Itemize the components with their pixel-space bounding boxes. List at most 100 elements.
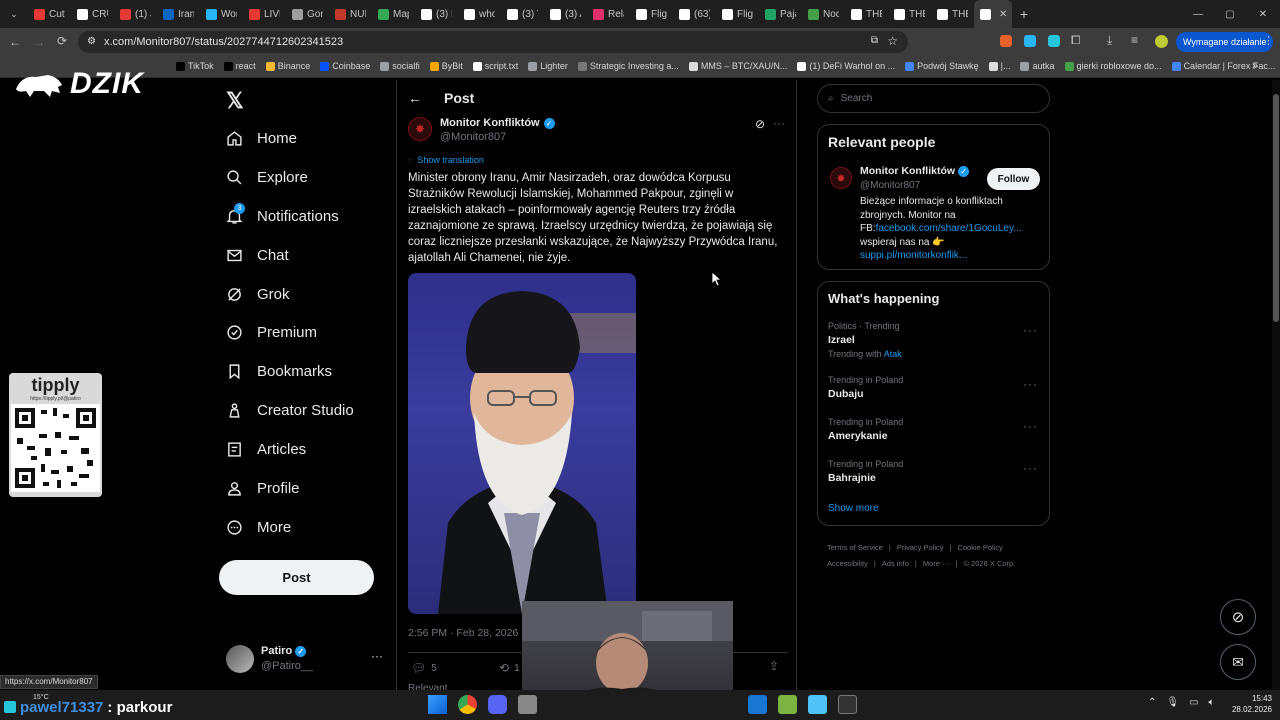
extension-icon[interactable] bbox=[1048, 35, 1060, 47]
search-box[interactable]: ⌕ Search bbox=[817, 84, 1050, 113]
chrome-icon[interactable] bbox=[458, 695, 477, 714]
nav-item-chat[interactable]: Chat bbox=[226, 241, 289, 269]
app-icon[interactable] bbox=[748, 695, 767, 714]
bookmark-item[interactable]: (1) DeFi Warhol on ... bbox=[797, 61, 895, 71]
bookmark-item[interactable]: Binance bbox=[265, 61, 310, 71]
browser-tab[interactable]: who bbox=[458, 0, 501, 28]
action-required-button[interactable]: Wymagane działanie bbox=[1176, 32, 1274, 52]
scrollbar[interactable] bbox=[1272, 80, 1280, 690]
new-tab-button[interactable]: + bbox=[1012, 6, 1036, 22]
nav-item-grok[interactable]: Grok bbox=[226, 280, 290, 308]
browser-tab[interactable]: THE bbox=[931, 0, 974, 28]
close-tab-icon[interactable]: ✕ bbox=[999, 9, 1006, 20]
footer-link[interactable]: Accessibility bbox=[827, 559, 868, 568]
chevron-right-icon[interactable]: » bbox=[1252, 60, 1258, 72]
footer-link[interactable]: Terms of Service bbox=[827, 543, 883, 552]
start-icon[interactable] bbox=[428, 695, 447, 714]
bio-link-2[interactable]: suppi.pl/monitorkonflik... bbox=[860, 250, 967, 261]
bookmark-item[interactable]: |... bbox=[988, 61, 1010, 71]
browser-tab[interactable]: (3) T bbox=[501, 0, 544, 28]
browser-tab[interactable]: Goni bbox=[286, 0, 329, 28]
app-icon[interactable] bbox=[518, 695, 537, 714]
browser-tab[interactable]: Rela bbox=[587, 0, 630, 28]
browser-tab[interactable]: Iran bbox=[157, 0, 200, 28]
post-button[interactable]: Post bbox=[219, 560, 374, 595]
trend-item[interactable]: Politics · Trending Izrael Trending with A… bbox=[828, 321, 1038, 359]
more-dots-icon[interactable]: ··· bbox=[371, 649, 383, 663]
browser-tab[interactable]: Cutti bbox=[28, 0, 71, 28]
browser-tab[interactable]: (3) A bbox=[544, 0, 587, 28]
star-icon[interactable]: ☆ bbox=[887, 34, 898, 48]
grok-icon[interactable]: ⊘ bbox=[755, 117, 765, 131]
bookmark-item[interactable]: socialfi bbox=[380, 61, 420, 71]
follow-button[interactable]: Follow bbox=[987, 168, 1040, 190]
site-info-icon[interactable]: ⚙ bbox=[87, 36, 96, 47]
address-bar[interactable]: ⚙ x.com/Monitor807/status/20277447126023… bbox=[78, 31, 908, 53]
bio-link[interactable]: facebook.com/share/1GocuLey... bbox=[876, 223, 1022, 234]
nav-item-explore[interactable]: Explore bbox=[226, 163, 308, 191]
more-dots-icon[interactable]: ··· bbox=[1023, 461, 1038, 475]
minimize-button[interactable]: — bbox=[1182, 9, 1214, 20]
reply-button[interactable]: 💬︎ 5 bbox=[411, 661, 437, 675]
browser-tab[interactable]: Worl bbox=[200, 0, 243, 28]
x-logo[interactable]: 𝕏 bbox=[226, 88, 244, 114]
show-translation-link[interactable]: ◌ Show translation bbox=[408, 155, 484, 165]
messages-floating-button[interactable]: ✉ bbox=[1220, 644, 1256, 680]
trend-item[interactable]: Trending in Poland Amerykanie ··· bbox=[828, 417, 1038, 442]
repost-button[interactable]: ⟲ 1 bbox=[499, 661, 520, 675]
browser-tab[interactable]: (63) bbox=[673, 0, 716, 28]
trend-extra-link[interactable]: Atak bbox=[884, 349, 902, 359]
nav-item-home[interactable]: Home bbox=[226, 124, 297, 152]
footer-link[interactable]: Ads info bbox=[882, 559, 909, 568]
clock[interactable]: 15:43 28.02.2026 bbox=[1222, 693, 1272, 715]
nav-item-notifications[interactable]: 3 Notifications bbox=[226, 202, 339, 230]
mic-icon[interactable]: 🎙︎ bbox=[1166, 697, 1179, 708]
footer-link[interactable]: Cookie Policy bbox=[957, 543, 1002, 552]
bookmark-item[interactable]: Calendar | Forex Fac... bbox=[1171, 61, 1275, 71]
maximize-button[interactable]: ▢ bbox=[1214, 9, 1246, 20]
person-name[interactable]: Monitor Konfliktów bbox=[860, 165, 955, 177]
bookmark-item[interactable]: TikTok bbox=[176, 61, 214, 71]
post-image[interactable] bbox=[408, 273, 636, 614]
browser-tab[interactable]: CRU bbox=[71, 0, 114, 28]
bookmark-item[interactable]: Strategic Investing a... bbox=[577, 61, 679, 71]
download-icon[interactable]: ⤓ bbox=[1107, 33, 1112, 48]
browser-tab[interactable]: (1) J bbox=[114, 0, 157, 28]
app-icon[interactable] bbox=[778, 695, 797, 714]
nav-item-creator-studio[interactable]: Creator Studio bbox=[226, 396, 354, 424]
extension-icon[interactable] bbox=[1024, 35, 1036, 47]
share-icon[interactable]: ⇪ bbox=[769, 659, 779, 673]
author-name[interactable]: Monitor Konfliktów bbox=[440, 117, 540, 129]
more-dots-icon[interactable]: ··· bbox=[1023, 323, 1038, 337]
footer-link[interactable]: © 2026 X Corp. bbox=[963, 559, 1015, 568]
nav-item-premium[interactable]: Premium bbox=[226, 318, 317, 346]
bookmark-item[interactable]: ByBit bbox=[429, 61, 463, 71]
trend-item[interactable]: Trending in Poland Dubaju ··· bbox=[828, 375, 1038, 400]
close-window-button[interactable]: ✕ bbox=[1246, 9, 1280, 20]
tab-search-button[interactable]: ⌄ bbox=[0, 0, 28, 28]
account-switcher[interactable]: Patiro ✓ @Patiro__ ··· bbox=[226, 643, 386, 675]
bookmark-item[interactable]: autka bbox=[1020, 61, 1055, 71]
kebab-menu-icon[interactable]: ⋮ bbox=[1263, 34, 1274, 47]
browser-tab[interactable]: THE bbox=[888, 0, 931, 28]
footer-link[interactable]: Privacy Policy bbox=[897, 543, 944, 552]
browser-tab[interactable]: (3) H bbox=[415, 0, 458, 28]
puzzle-icon[interactable]: ⧠ bbox=[1071, 33, 1081, 48]
bookmark-item[interactable]: react bbox=[223, 61, 256, 71]
bookmark-item[interactable]: MMS – BTC/XAU/N... bbox=[688, 61, 787, 71]
more-dots-icon[interactable]: ··· bbox=[1023, 377, 1038, 391]
extension-icon[interactable] bbox=[1000, 35, 1012, 47]
install-icon[interactable]: ⧉ bbox=[871, 35, 878, 46]
post-timestamp[interactable]: 2:56 PM · Feb 28, 2026 · bbox=[408, 627, 525, 639]
browser-tab[interactable]: Paja bbox=[759, 0, 802, 28]
browser-tab[interactable]: Noci bbox=[802, 0, 845, 28]
nav-item-articles[interactable]: Articles bbox=[226, 435, 306, 463]
chevron-up-icon[interactable]: ⌃ bbox=[1148, 697, 1156, 708]
footer-link[interactable]: More ··· bbox=[923, 559, 950, 568]
nav-item-profile[interactable]: Profile bbox=[226, 474, 300, 502]
browser-tab[interactable]: LIVE bbox=[243, 0, 286, 28]
back-arrow-icon[interactable]: ← bbox=[408, 90, 422, 106]
scrollbar-thumb[interactable] bbox=[1273, 94, 1279, 322]
display-icon[interactable]: ▭ bbox=[1189, 697, 1198, 708]
more-dots-icon[interactable]: ··· bbox=[1023, 419, 1038, 433]
